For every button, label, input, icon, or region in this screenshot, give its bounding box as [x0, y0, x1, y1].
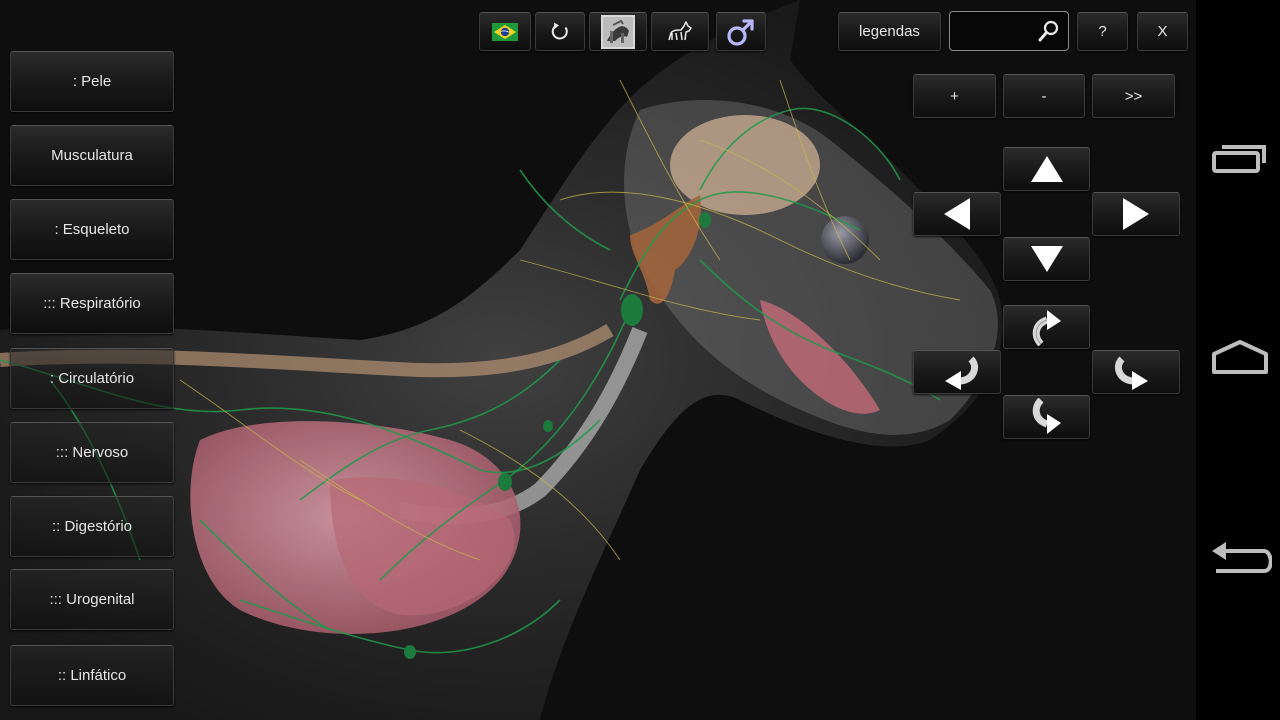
rotate-reset-icon	[549, 21, 571, 43]
system-button-linfatico[interactable]: :: Linfático	[10, 645, 174, 706]
system-label: ::: Nervoso	[55, 444, 129, 461]
system-button-pele[interactable]: : Pele	[10, 51, 174, 112]
recent-apps-icon[interactable]	[1206, 137, 1272, 183]
system-label: :: Digestório	[51, 518, 133, 535]
system-button-digestorio[interactable]: :: Digestório	[10, 496, 174, 557]
android-navigation-bar	[1196, 0, 1280, 720]
dog-outline-icon	[666, 20, 694, 44]
zoom-out-button[interactable]: -	[1003, 74, 1085, 118]
close-label: X	[1157, 23, 1168, 40]
rotate-right-icon	[1114, 353, 1158, 391]
system-button-urogenital[interactable]: ::: Urogenital	[10, 569, 174, 630]
system-label: ::: Urogenital	[49, 591, 135, 608]
arrow-right-icon	[1122, 197, 1150, 231]
system-button-respiratorio[interactable]: ::: Respiratório	[10, 273, 174, 334]
sex-toggle-button[interactable]	[716, 12, 766, 51]
search-icon[interactable]	[1038, 19, 1060, 43]
home-icon[interactable]	[1206, 334, 1272, 380]
system-label: :: Linfático	[57, 667, 127, 684]
pan-left-button[interactable]	[913, 192, 1001, 236]
system-label: : Circulatório	[49, 370, 135, 387]
arrow-left-icon	[943, 197, 971, 231]
legends-button[interactable]: legendas	[838, 12, 941, 51]
help-button[interactable]: ?	[1077, 12, 1128, 51]
rotate-up-button[interactable]	[1003, 305, 1090, 349]
rotate-left-icon	[935, 353, 979, 391]
zoom-in-label: +	[950, 87, 959, 105]
rotate-up-icon	[1027, 308, 1067, 346]
zoom-in-button[interactable]: +	[913, 74, 996, 118]
next-button[interactable]: >>	[1092, 74, 1175, 118]
system-button-nervoso[interactable]: ::: Nervoso	[10, 422, 174, 483]
arrow-up-icon	[1030, 155, 1064, 183]
system-button-circulatorio[interactable]: : Circulatório	[10, 348, 174, 409]
rotate-left-button[interactable]	[913, 350, 1001, 394]
next-label: >>	[1124, 87, 1143, 105]
search-box[interactable]	[949, 11, 1069, 51]
male-symbol-icon	[726, 17, 756, 47]
skeleton-view-button[interactable]	[589, 12, 647, 51]
animal-select-button[interactable]	[651, 12, 709, 51]
system-label: : Esqueleto	[54, 221, 130, 238]
rotate-down-icon	[1027, 398, 1067, 436]
system-button-musculatura[interactable]: Musculatura	[10, 125, 174, 186]
zoom-out-label: -	[1041, 87, 1047, 105]
pan-down-button[interactable]	[1003, 237, 1090, 281]
pan-right-button[interactable]	[1092, 192, 1180, 236]
system-button-esqueleto[interactable]: : Esqueleto	[10, 199, 174, 260]
skeleton-thumbnail-icon	[601, 14, 635, 49]
system-label: Musculatura	[51, 147, 133, 164]
close-button[interactable]: X	[1137, 12, 1188, 51]
rotate-down-button[interactable]	[1003, 395, 1090, 439]
language-button[interactable]	[479, 12, 531, 51]
help-label: ?	[1098, 23, 1107, 40]
system-label: ::: Respiratório	[43, 295, 141, 312]
search-input[interactable]	[956, 18, 1036, 44]
rotate-right-button[interactable]	[1092, 350, 1180, 394]
system-label: : Pele	[72, 73, 112, 90]
arrow-down-icon	[1030, 245, 1064, 273]
brazil-flag-icon	[492, 22, 518, 41]
reset-view-button[interactable]	[535, 12, 585, 51]
legends-label: legendas	[859, 23, 920, 40]
back-icon[interactable]	[1206, 537, 1272, 583]
pan-up-button[interactable]	[1003, 147, 1090, 191]
